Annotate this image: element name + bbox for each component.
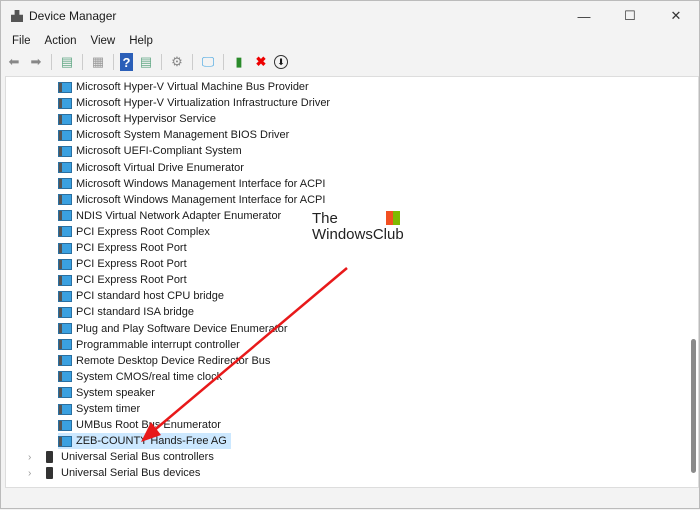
annotation-arrow xyxy=(141,267,348,442)
